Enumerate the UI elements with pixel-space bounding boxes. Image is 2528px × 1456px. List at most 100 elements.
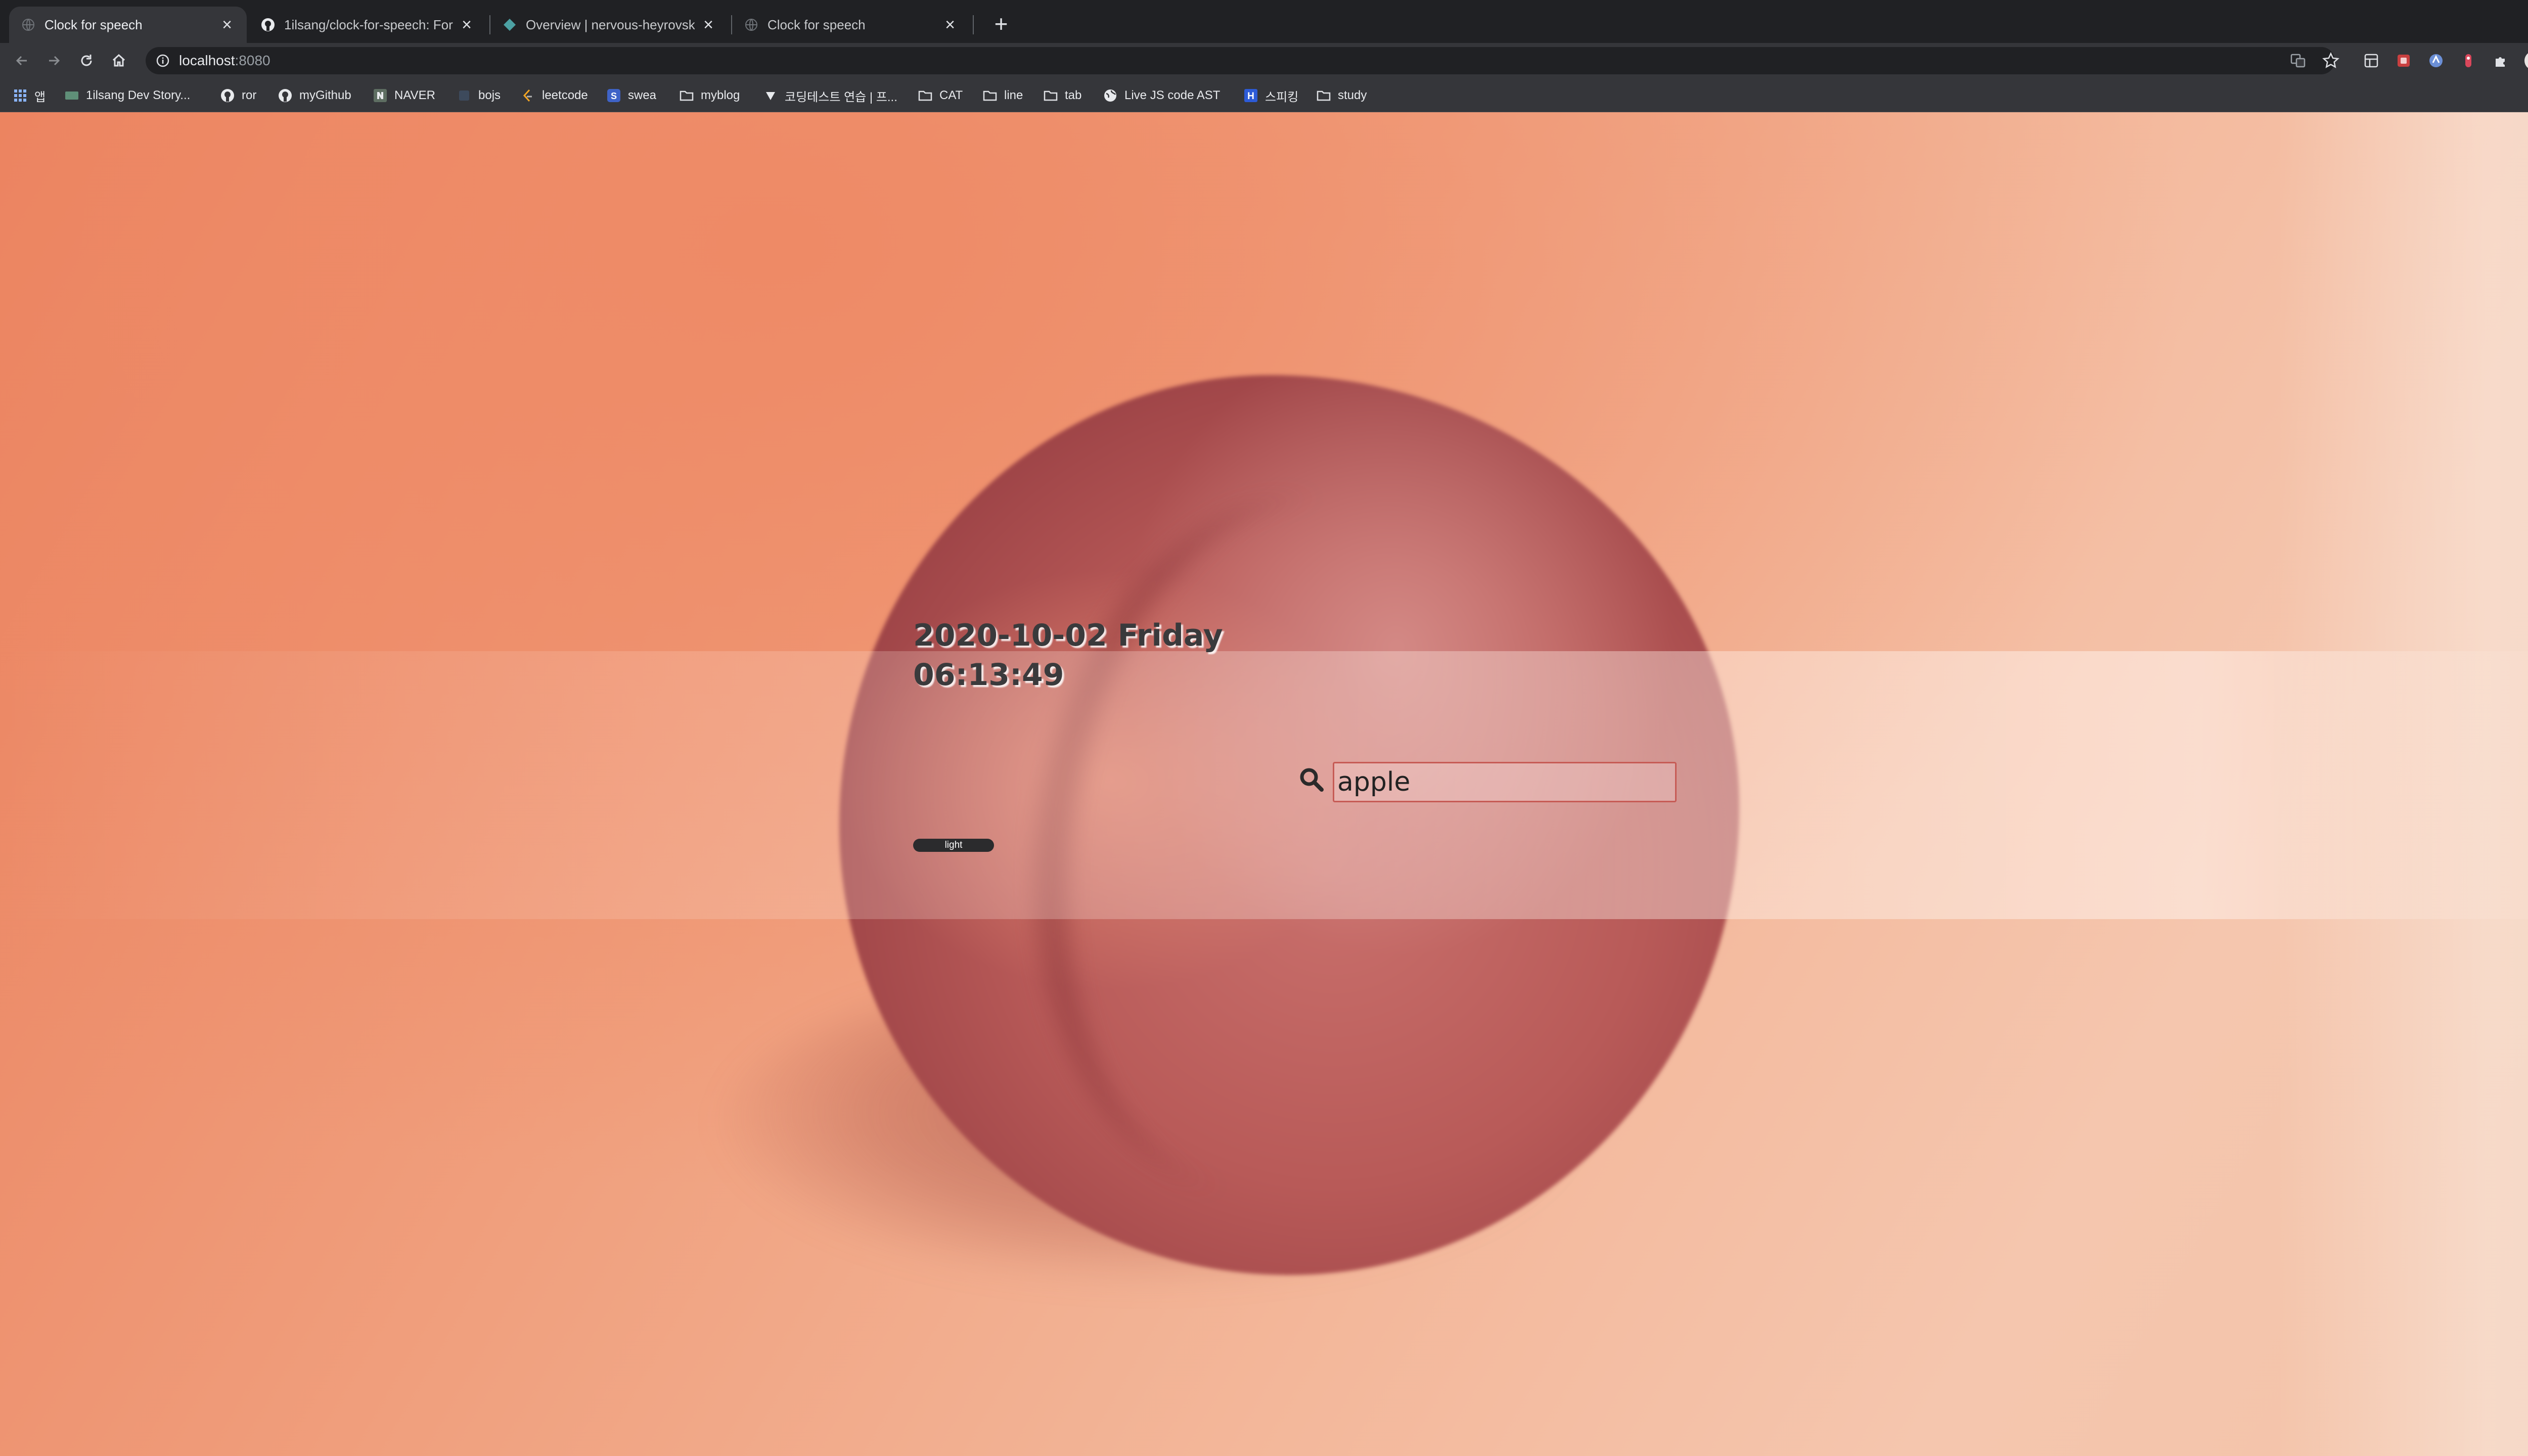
bojs-favicon bbox=[457, 88, 471, 103]
arrow-right-icon bbox=[49, 56, 60, 66]
bookmark-label: ror bbox=[242, 88, 257, 102]
folder-icon bbox=[1044, 88, 1058, 103]
tab-divider bbox=[973, 15, 974, 34]
extension-pin-icon[interactable] bbox=[2458, 51, 2478, 71]
reload-button[interactable] bbox=[74, 48, 99, 73]
tab-title: Overview | nervous-heyrovsky bbox=[526, 17, 695, 32]
tab-github-repo[interactable]: 1ilsang/clock-for-speech: For J × bbox=[249, 7, 486, 43]
tab-netlify-overview[interactable]: Overview | nervous-heyrovsky × bbox=[490, 7, 728, 43]
bookmark-bojs[interactable]: bojs bbox=[457, 85, 501, 106]
bookmark-mygithub[interactable]: myGithub bbox=[278, 85, 351, 106]
bookmark-apps[interactable]: 앱 bbox=[13, 85, 46, 106]
url-host: localhost bbox=[179, 53, 235, 68]
home-icon bbox=[112, 54, 125, 67]
bookmark-label: 앱 bbox=[34, 90, 46, 104]
globe-icon bbox=[21, 18, 35, 32]
folder-icon bbox=[680, 88, 694, 103]
forward-button[interactable] bbox=[41, 48, 67, 73]
tab-title: Clock for speech bbox=[44, 17, 143, 32]
bookmark-ror[interactable]: ror bbox=[220, 85, 256, 106]
url-port: :8080 bbox=[235, 53, 270, 68]
bookmark-cat[interactable]: CAT bbox=[918, 85, 963, 106]
bookmark-leetcode[interactable]: leetcode bbox=[521, 85, 588, 106]
h-favicon: H bbox=[1244, 88, 1258, 103]
browser-toolbar: localhost:8080 bbox=[0, 43, 2528, 78]
tab-strip: Clock for speech × 1ilsang/clock-for-spe… bbox=[0, 0, 2528, 43]
naver-icon bbox=[373, 88, 387, 103]
svg-text:H: H bbox=[1247, 91, 1254, 102]
bookmark-label: Live JS code AST bbox=[1124, 88, 1221, 102]
bookmark-label: 1ilsang Dev Story... bbox=[86, 88, 191, 102]
bookmark-speaking[interactable]: H 스피킹 bbox=[1244, 85, 1298, 106]
search-icon[interactable] bbox=[1298, 766, 1325, 793]
bookmark-study[interactable]: study bbox=[1317, 85, 1367, 106]
tab-close-icon[interactable]: × bbox=[459, 16, 474, 33]
bookmark-label: tab bbox=[1065, 88, 1082, 102]
leetcode-icon bbox=[521, 88, 535, 103]
folder-icon bbox=[918, 88, 932, 103]
folder-icon bbox=[1317, 88, 1331, 103]
back-button[interactable] bbox=[9, 48, 34, 73]
tab-title: Clock for speech bbox=[768, 17, 866, 32]
bookmarks-bar: 앱 1ilsang Dev Story... ror myGithub NAVE… bbox=[0, 78, 2528, 112]
clock-display: 2020-10-02 Friday 06:13:49 bbox=[913, 616, 1223, 695]
reload-icon bbox=[81, 55, 92, 66]
bookmark-tab[interactable]: tab bbox=[1044, 85, 1081, 106]
home-button[interactable] bbox=[106, 48, 131, 73]
extension-red-icon[interactable] bbox=[2394, 51, 2414, 71]
tab-close-icon[interactable]: × bbox=[701, 16, 716, 33]
tab-clock-for-speech-2[interactable]: Clock for speech × bbox=[732, 7, 970, 43]
bookmark-label: 스피킹 bbox=[1265, 90, 1299, 104]
tab-close-icon[interactable]: × bbox=[942, 16, 958, 33]
netlify-icon bbox=[503, 18, 517, 32]
arrow-left-icon bbox=[16, 56, 27, 66]
swea-icon: S bbox=[607, 88, 621, 103]
github-icon bbox=[220, 88, 235, 103]
bookmark-programmers[interactable]: 코딩테스트 연습 | 프... bbox=[763, 85, 897, 106]
bookmark-label: myGithub bbox=[299, 88, 351, 102]
bookmark-1ilsang-dev-story[interactable]: 1ilsang Dev Story... bbox=[65, 85, 190, 106]
bookmark-label: swea bbox=[628, 88, 657, 102]
bookmark-myblog[interactable]: myblog bbox=[680, 85, 740, 106]
bookmark-live-js-code-ast[interactable]: Live JS code AST bbox=[1103, 85, 1220, 106]
date-text: 2020-10-02 Friday bbox=[913, 618, 1223, 653]
info-icon[interactable] bbox=[155, 53, 171, 69]
bookmark-label: NAVER bbox=[394, 88, 435, 102]
translate-icon[interactable] bbox=[2288, 51, 2308, 71]
bookmark-label: CAT bbox=[939, 88, 963, 102]
tab-clock-for-speech[interactable]: Clock for speech × bbox=[9, 7, 247, 43]
folder-icon bbox=[983, 88, 997, 103]
bookmark-line[interactable]: line bbox=[983, 85, 1023, 106]
extension-grid-icon[interactable] bbox=[2361, 51, 2381, 71]
programmers-icon bbox=[763, 88, 778, 103]
globe-icon bbox=[744, 18, 758, 32]
bookmark-label: line bbox=[1004, 88, 1023, 102]
github-icon bbox=[278, 88, 292, 103]
bookmark-label: leetcode bbox=[542, 88, 588, 102]
bookmark-star-icon[interactable] bbox=[2321, 51, 2341, 71]
bookmark-label: study bbox=[1338, 88, 1367, 102]
theme-toggle-button[interactable]: light bbox=[913, 839, 994, 852]
apps-grid-icon bbox=[13, 88, 27, 103]
url-text: localhost:8080 bbox=[179, 53, 270, 69]
globe-icon bbox=[1103, 88, 1117, 103]
avatar[interactable] bbox=[2524, 51, 2528, 71]
tab-close-icon[interactable]: × bbox=[219, 16, 235, 33]
search-input[interactable] bbox=[1333, 762, 1677, 802]
bookmark-naver[interactable]: NAVER bbox=[373, 85, 435, 106]
bookmark-label: bojs bbox=[478, 88, 501, 102]
blog-favicon bbox=[65, 88, 79, 103]
address-bar[interactable]: localhost:8080 bbox=[146, 47, 2335, 74]
bookmark-label: myblog bbox=[701, 88, 740, 102]
page-viewport bbox=[0, 112, 2528, 1456]
github-icon bbox=[261, 18, 275, 32]
svg-text:S: S bbox=[611, 91, 617, 101]
extensions-puzzle-icon[interactable] bbox=[2491, 51, 2511, 71]
extension-blue-icon[interactable] bbox=[2426, 51, 2446, 71]
time-text: 06:13:49 bbox=[913, 657, 1064, 693]
new-tab-button[interactable]: + bbox=[988, 11, 1014, 36]
tab-title: 1ilsang/clock-for-speech: For J bbox=[284, 17, 453, 32]
bookmark-label: 코딩테스트 연습 | 프... bbox=[785, 90, 897, 104]
bookmark-swea[interactable]: S swea bbox=[607, 85, 656, 106]
content-band bbox=[0, 651, 2528, 919]
